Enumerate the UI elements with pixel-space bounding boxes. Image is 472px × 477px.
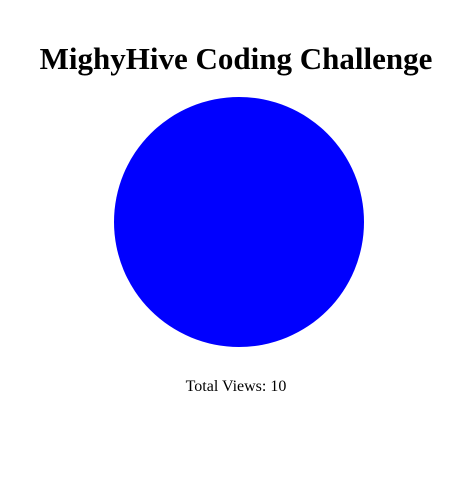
blue-circle bbox=[114, 97, 364, 347]
total-views-label: Total Views: bbox=[185, 378, 267, 395]
page-container: MighyHive Coding Challenge Total Views: … bbox=[0, 0, 472, 477]
page-title: MighyHive Coding Challenge bbox=[39, 41, 433, 76]
circle-graphic bbox=[114, 97, 364, 347]
total-views: Total Views: 10 bbox=[0, 377, 472, 397]
total-views-value: 10 bbox=[270, 378, 287, 395]
circle-svg bbox=[114, 97, 364, 347]
